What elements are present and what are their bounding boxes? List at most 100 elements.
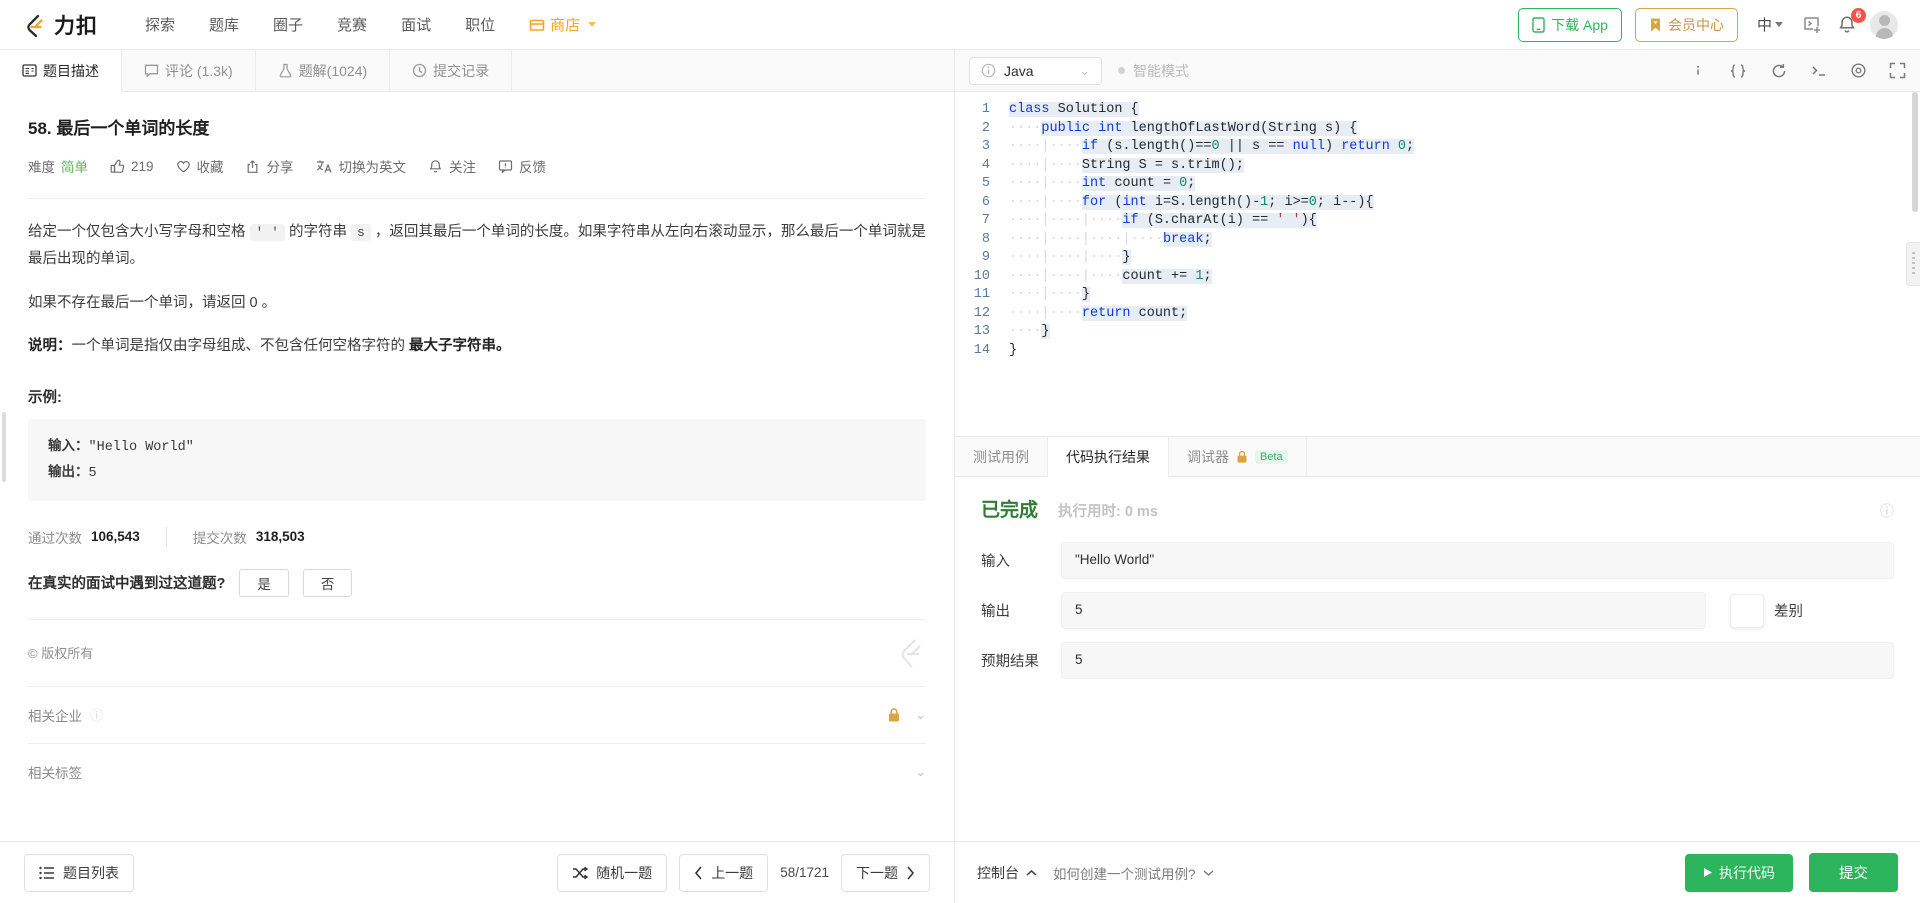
chevron-down-icon: ⌄ bbox=[915, 706, 926, 722]
share-button[interactable]: 分享 bbox=[246, 156, 294, 176]
fullscreen-icon[interactable] bbox=[1889, 62, 1906, 79]
example-block: 输入："Hello World" 输出：5 bbox=[28, 419, 926, 501]
code-editor[interactable]: 1 2 3 4 5 6 7 8 9 10 11 12 13 14 class Solution {····… bbox=[955, 92, 1920, 436]
interview-poll-no[interactable]: 否 bbox=[302, 568, 353, 597]
info-tool-icon[interactable] bbox=[1690, 63, 1706, 79]
para3-a: 一个单词是指仅由字母组成、不包含任何空格字符的 bbox=[71, 338, 410, 355]
nav-problems[interactable]: 题库 bbox=[192, 14, 256, 35]
translate-button[interactable]: 切换为英文 bbox=[316, 156, 407, 176]
smart-mode-toggle[interactable]: 智能模式 bbox=[1118, 61, 1189, 81]
tags-label: 相关标签 bbox=[28, 765, 82, 781]
tags-right: ⌄ bbox=[915, 764, 926, 780]
problem-bottom-bar: 题目列表 随机一题 上一题 58/1721 下一题 bbox=[0, 841, 954, 903]
favorite-button[interactable]: 收藏 bbox=[176, 156, 224, 176]
nav-contest-label: 竞赛 bbox=[337, 17, 368, 34]
accepted-label: 通过次数 bbox=[28, 530, 82, 546]
random-problem-label: 随机一题 bbox=[596, 864, 653, 881]
diff-toggle[interactable] bbox=[1730, 593, 1764, 628]
example-output-label: 输出： bbox=[48, 463, 89, 479]
format-code-icon[interactable] bbox=[1728, 63, 1748, 79]
para1-b: 的字符串 bbox=[284, 224, 351, 240]
code-line: ····|····String S = s.trim(); bbox=[1009, 157, 1244, 173]
feedback-button[interactable]: 反馈 bbox=[498, 156, 546, 176]
submissions-stat: 提交次数 318,503 bbox=[165, 526, 331, 547]
howto-testcase-link[interactable]: 如何创建一个测试用例? bbox=[1053, 863, 1214, 883]
problem-list-button[interactable]: 题目列表 bbox=[24, 853, 134, 892]
leetcode-problem-page: 力扣 探索 题库 圈子 竞赛 面试 职位 商店 下载 App 会员中心 中 6 … bbox=[0, 0, 1920, 903]
translate-label: 切换为英文 bbox=[338, 160, 407, 175]
tab-description[interactable]: 题目描述 bbox=[0, 50, 122, 92]
download-app-button[interactable]: 下载 App bbox=[1518, 7, 1622, 42]
bookmark-icon bbox=[1649, 17, 1662, 33]
submit-button[interactable]: 提交 bbox=[1809, 853, 1898, 892]
chevron-down-icon: ⌄ bbox=[915, 763, 926, 779]
note-label: 说明： bbox=[28, 338, 72, 355]
member-center-button[interactable]: 会员中心 bbox=[1634, 7, 1738, 42]
scrollbar-thumb[interactable] bbox=[2, 412, 6, 482]
follow-button[interactable]: 关注 bbox=[428, 156, 476, 176]
code-text[interactable]: class Solution {····public int lengthOfL… bbox=[999, 92, 1920, 436]
nav-problems-label: 题库 bbox=[209, 17, 240, 34]
submissions-label: 提交次数 bbox=[192, 530, 247, 546]
tab-debugger[interactable]: 调试器 Beta bbox=[1169, 437, 1307, 476]
prev-problem-button[interactable]: 上一题 bbox=[679, 853, 769, 892]
nav-interview[interactable]: 面试 bbox=[384, 14, 448, 35]
nav-jobs[interactable]: 职位 bbox=[448, 14, 512, 35]
help-icon[interactable]: ⓘ bbox=[1880, 501, 1894, 521]
like-button[interactable]: 219 bbox=[110, 159, 154, 174]
nav-store-label: 商店 bbox=[550, 17, 581, 34]
code-line: ····|····if (s.length()==0 || s == null)… bbox=[1009, 139, 1415, 154]
terminal-add-icon[interactable] bbox=[1802, 15, 1824, 35]
random-problem-button[interactable]: 随机一题 bbox=[557, 853, 668, 892]
chevron-right-icon bbox=[906, 866, 915, 880]
pane-resize-handle[interactable] bbox=[1906, 242, 1920, 286]
interview-poll-yes[interactable]: 是 bbox=[239, 568, 289, 597]
companies-accordion[interactable]: 相关企业 ⓘ ⌄ bbox=[28, 685, 926, 743]
interview-poll-question: 在真实的面试中遇到过这道题? bbox=[28, 576, 226, 592]
logo[interactable]: 力扣 bbox=[22, 10, 98, 40]
output-label: 输出 bbox=[981, 604, 1010, 620]
prev-problem-label: 上一题 bbox=[711, 864, 754, 881]
settings-gear-icon[interactable] bbox=[1850, 62, 1867, 79]
tab-solutions[interactable]: 题解(1024) bbox=[255, 50, 391, 91]
runtime-label: 执行用时: 0 ms bbox=[1058, 504, 1158, 520]
nav-store[interactable]: 商店 bbox=[512, 14, 613, 35]
language-select[interactable]: Java ⌄ bbox=[969, 56, 1102, 85]
console-panel: 测试用例 代码执行结果 调试器 Beta 已完成 执行用时: 0 ms ⓘ 输入… bbox=[955, 436, 1920, 841]
console-toggle-icon[interactable] bbox=[1810, 63, 1828, 79]
diff-label[interactable]: 差别 bbox=[1774, 600, 1803, 621]
follow-label: 关注 bbox=[449, 160, 477, 175]
tab-submissions[interactable]: 提交记录 bbox=[390, 50, 513, 91]
nav-explore[interactable]: 探索 bbox=[128, 14, 192, 35]
tab-comments[interactable]: 评论 (1.3k) bbox=[122, 50, 256, 91]
nav-circle[interactable]: 圈子 bbox=[256, 14, 320, 35]
tab-result[interactable]: 代码执行结果 bbox=[1048, 437, 1169, 477]
code-line: ····|····|····|····break; bbox=[1009, 231, 1212, 247]
beta-badge: Beta bbox=[1255, 449, 1288, 464]
companies-label: 相关企业 bbox=[28, 708, 82, 724]
tags-accordion[interactable]: 相关标签 ⌄ bbox=[28, 742, 926, 800]
notifications-bell-icon[interactable]: 6 bbox=[1837, 7, 1866, 35]
next-problem-button[interactable]: 下一题 bbox=[841, 853, 930, 892]
input-value[interactable]: "Hello World" bbox=[1061, 542, 1894, 579]
problem-pane: 题目描述 评论 (1.3k) 题解(1024) 提交记录 58. 最后一个单词的… bbox=[0, 50, 955, 903]
like-count: 219 bbox=[131, 158, 154, 174]
tab-testcase[interactable]: 测试用例 bbox=[955, 437, 1048, 476]
site-header: 力扣 探索 题库 圈子 竞赛 面试 职位 商店 下载 App 会员中心 中 6 bbox=[0, 0, 1920, 50]
language-selector[interactable]: 中 bbox=[1751, 14, 1789, 35]
phone-icon bbox=[1532, 16, 1545, 33]
expected-label: 预期结果 bbox=[981, 654, 1039, 670]
nav-contest[interactable]: 竞赛 bbox=[320, 14, 384, 35]
bell-icon bbox=[428, 159, 443, 174]
reset-code-icon[interactable] bbox=[1770, 63, 1788, 79]
share-label: 分享 bbox=[266, 160, 294, 175]
list-icon bbox=[39, 866, 55, 880]
console-toggle-button[interactable]: 控制台 bbox=[977, 863, 1037, 883]
code-line: ····} bbox=[1009, 324, 1050, 339]
line-number: 6 bbox=[981, 194, 990, 210]
editor-scrollbar[interactable] bbox=[1912, 92, 1918, 212]
run-code-button[interactable]: 执行代码 bbox=[1685, 853, 1793, 892]
info-icon: ⓘ bbox=[90, 708, 104, 723]
avatar[interactable] bbox=[1870, 10, 1898, 39]
copyright-row: © 版权所有 bbox=[28, 618, 926, 686]
